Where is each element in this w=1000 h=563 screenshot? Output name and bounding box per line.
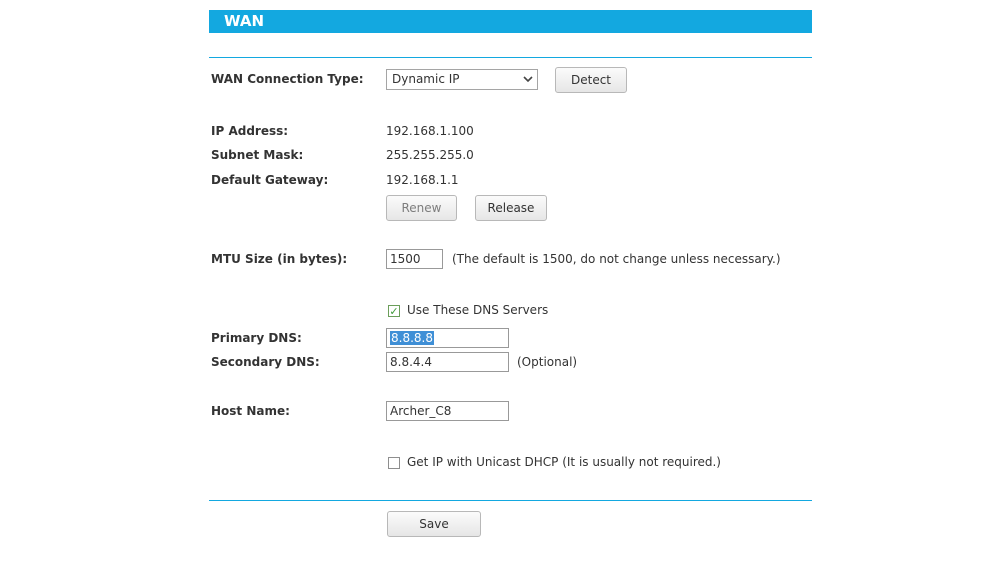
ip-address-value: 192.168.1.100 [386, 124, 474, 138]
renew-button[interactable]: Renew [386, 195, 457, 221]
section-header: WAN [209, 10, 812, 33]
use-dns-label: Use These DNS Servers [407, 303, 549, 317]
mtu-hint: (The default is 1500, do not change unle… [452, 252, 781, 266]
page-title: WAN [224, 12, 265, 30]
subnet-mask-label: Subnet Mask: [211, 148, 304, 162]
connection-type-select[interactable]: Dynamic IP [386, 69, 538, 90]
subnet-mask-value: 255.255.255.0 [386, 148, 474, 162]
unicast-dhcp-label: Get IP with Unicast DHCP (It is usually … [407, 455, 721, 469]
connection-type-label: WAN Connection Type: [211, 72, 364, 86]
default-gateway-value: 192.168.1.1 [386, 173, 459, 187]
mtu-input[interactable]: 1500 [386, 249, 443, 269]
primary-dns-input[interactable]: 8.8.8.8 [386, 328, 509, 348]
secondary-dns-input[interactable]: 8.8.4.4 [386, 352, 509, 372]
checkmark-icon: ✓ [389, 305, 399, 318]
connection-type-value: Dynamic IP [392, 72, 460, 86]
release-button[interactable]: Release [475, 195, 547, 221]
host-name-input[interactable]: Archer_C8 [386, 401, 509, 421]
save-button[interactable]: Save [387, 511, 481, 537]
secondary-dns-hint: (Optional) [517, 355, 578, 369]
detect-button[interactable]: Detect [555, 67, 627, 93]
host-name-label: Host Name: [211, 404, 290, 418]
ip-address-label: IP Address: [211, 124, 289, 138]
divider-top [209, 57, 812, 58]
use-dns-checkbox[interactable]: ✓ [388, 305, 400, 317]
unicast-dhcp-checkbox[interactable] [388, 457, 400, 469]
mtu-label: MTU Size (in bytes): [211, 252, 348, 266]
chevron-down-icon [519, 70, 537, 89]
primary-dns-value: 8.8.8.8 [390, 331, 434, 345]
divider-bottom [209, 500, 812, 501]
default-gateway-label: Default Gateway: [211, 173, 329, 187]
primary-dns-label: Primary DNS: [211, 331, 302, 345]
secondary-dns-label: Secondary DNS: [211, 355, 320, 369]
